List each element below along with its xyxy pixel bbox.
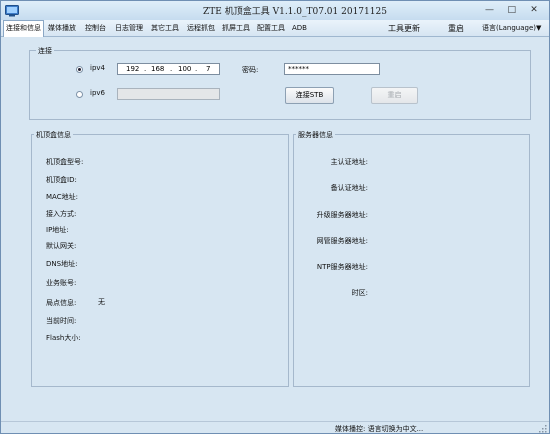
maximize-button[interactable]: □ [503,5,521,17]
tab-other-tools[interactable]: 其它工具 [151,20,179,37]
stb-info-legend: 机顶盒信息 [34,130,73,140]
app-window: ZTE 机顶盒工具 V1.1.0_T07.01 20171125 — □ ✕ 连… [0,0,550,434]
ipv4-radio[interactable] [76,66,83,73]
ipv6-address-input[interactable] [117,88,220,100]
connect-stb-button[interactable]: 连接STB [285,87,334,104]
tab-log-management[interactable]: 日志管理 [115,20,143,37]
password-label: 密码: [242,66,259,74]
service-account-label: 业务账号: [46,279,77,287]
tab-remote-capture[interactable]: 远程抓包 [187,20,215,37]
language-dropdown[interactable]: 语言(Language)▼ [482,20,541,37]
timezone-label: 时区: [351,289,368,297]
backup-auth-address-label: 备认证地址: [330,184,368,192]
ipv4-address-input[interactable]: 192 . 168 . 100 . 7 [117,63,220,75]
default-gateway-label: 默认网关: [46,242,77,250]
ip-dot: . [195,65,198,73]
tab-adb[interactable]: ADB [292,20,307,37]
menu-bar: 连接和信息 媒体播放 控制台 日志管理 其它工具 远程抓包 抓屏工具 配置工具 … [1,20,549,37]
connection-group: 连接 ipv4 192 . 168 . 100 . 7 密码: ****** i… [29,46,531,120]
restart-button[interactable]: 重启 [371,87,418,104]
resize-grip-icon[interactable] [539,425,547,433]
nms-server-address-label: 网管服务器地址: [316,237,368,245]
site-info-label: 局点信息: [46,299,77,307]
password-input[interactable]: ****** [284,63,380,75]
ipv4-label: ipv4 [90,64,105,72]
window-title: ZTE 机顶盒工具 V1.1.0_T07.01 20171125 [203,7,387,17]
dns-address-label: DNS地址: [46,260,78,268]
ip-octet-1: 192 [126,65,140,73]
tab-config-tools[interactable]: 配置工具 [257,20,285,37]
mac-address-label: MAC地址: [46,193,78,201]
stb-model-label: 机顶盒型号: [46,158,84,166]
server-info-group: 服务器信息 主认证地址: 备认证地址: 升级服务器地址: 网管服务器地址: NT… [293,130,530,387]
tab-media-play[interactable]: 媒体播放 [48,20,76,37]
ntp-server-address-label: NTP服务器地址: [316,263,368,271]
ipv6-label: ipv6 [90,89,105,97]
tab-screen-capture[interactable]: 抓屏工具 [222,20,250,37]
connection-legend: 连接 [36,46,54,56]
primary-auth-address-label: 主认证地址: [330,158,368,166]
close-button[interactable]: ✕ [525,5,543,17]
tools-update-button[interactable]: 工具更新 [388,20,420,37]
ip-dot: . [170,65,173,73]
title-bar[interactable]: ZTE 机顶盒工具 V1.1.0_T07.01 20171125 — □ ✕ [1,1,549,20]
status-bar: 媒体播控: 语言切换为中文... [1,421,549,433]
restart-menu-button[interactable]: 重启 [448,20,464,37]
current-time-label: 当前时间: [46,317,77,325]
ip-octet-2: 168 [151,65,165,73]
upgrade-server-address-label: 升级服务器地址: [316,211,368,219]
flash-size-label: Flash大小: [46,334,81,342]
ip-octet-4: 7 [206,65,211,73]
tab-connection-info[interactable]: 连接和信息 [3,20,44,37]
stb-info-group: 机顶盒信息 机顶盒型号: 机顶盒ID: MAC地址: 接入方式: IP地址: 默… [31,130,289,387]
ip-address-label: IP地址: [46,226,69,234]
ip-octet-3: 100 [178,65,192,73]
tab-console[interactable]: 控制台 [85,20,106,37]
ipv6-radio[interactable] [76,91,83,98]
site-info-value: 无 [98,298,105,306]
status-text: 媒体播控: 语言切换为中文... [335,425,424,433]
minimize-button[interactable]: — [481,5,499,17]
access-mode-label: 接入方式: [46,210,77,218]
stb-id-label: 机顶盒ID: [46,176,77,184]
server-info-legend: 服务器信息 [296,130,335,140]
ip-dot: . [144,65,147,73]
